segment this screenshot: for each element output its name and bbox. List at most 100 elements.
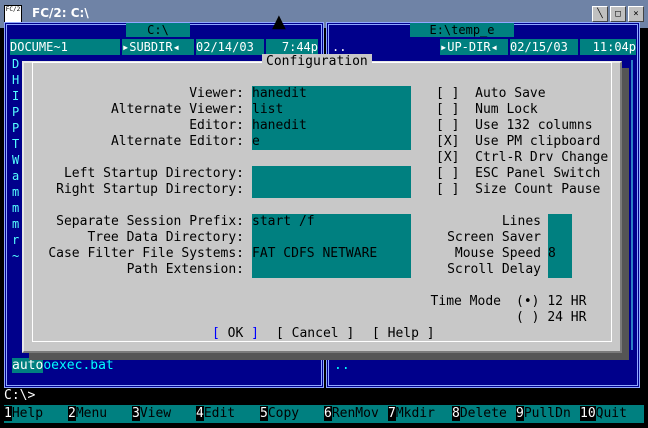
scroll-delay-input[interactable] [548, 262, 572, 278]
function-key-label: PullDn [523, 406, 571, 421]
ctrl-r-drv-change-checkbox[interactable]: [X] Ctrl-R Drv Change [436, 150, 608, 166]
right-panel-footer[interactable]: .. [334, 358, 350, 374]
left-panel-entry-fragment[interactable]: W [12, 152, 19, 168]
function-key-2[interactable]: 2Menu [68, 405, 107, 423]
left-panel-entry-fragment[interactable]: I [12, 88, 19, 104]
left-panel-date: 02/14/03 [196, 39, 264, 55]
function-key-6[interactable]: 6RenMov [324, 405, 379, 423]
viewer-input[interactable]: hanedit [252, 86, 411, 102]
case-filter-label: Case Filter File Systems: [48, 246, 244, 261]
function-key-10[interactable]: 10Quit [580, 405, 627, 423]
help-button-label: Help [387, 326, 419, 341]
time-mode-label: Time Mode [430, 294, 501, 309]
function-key-5[interactable]: 5Copy [260, 405, 299, 423]
function-key-number: 6 [324, 406, 332, 421]
function-key-number: 5 [260, 406, 268, 421]
checkbox-label: Use 132 columns [475, 118, 593, 133]
right-panel-name-header[interactable]: .. [332, 39, 436, 55]
tree-data-directory-input[interactable] [252, 230, 411, 246]
left-panel-entry-fragment[interactable]: m [12, 216, 19, 232]
time-mode-24hr-radio[interactable]: ( ) 24 HR [516, 310, 586, 326]
editor-label: Editor: [189, 118, 244, 133]
checkbox-label: Ctrl-R Drv Change [475, 150, 609, 165]
command-line[interactable]: C:\> [4, 388, 644, 404]
checkbox-mark: [ ] [436, 166, 460, 181]
checkbox-label: Auto Save [475, 86, 546, 101]
use-pm-clipboard-checkbox[interactable]: [X] Use PM clipboard [436, 134, 600, 150]
size-count-pause-checkbox[interactable]: [ ] Size Count Pause [436, 182, 600, 198]
radio-label: 12 HR [547, 294, 587, 309]
cancel-button-label: Cancel [291, 326, 339, 341]
left-panel-entry-fragment[interactable]: T [12, 136, 19, 152]
function-key-7[interactable]: 7Mkdir [388, 405, 435, 423]
function-key-number: 2 [68, 406, 76, 421]
checkbox-label: Size Count Pause [475, 182, 601, 197]
restore-button[interactable]: □ [610, 6, 626, 22]
right-panel-scrollbar[interactable] [631, 60, 633, 350]
minimize-button[interactable]: ╲ [592, 6, 608, 22]
left-panel-entry-fragment[interactable]: D [12, 56, 19, 72]
left-panel-footer-rest: oexec.bat [43, 358, 114, 373]
left-panel-entry-fragment[interactable]: m [12, 184, 19, 200]
editor-input[interactable]: hanedit [252, 118, 411, 134]
right-panel-path: E:\temp_e [410, 23, 514, 37]
ok-button-label: OK [227, 326, 244, 341]
function-key-8[interactable]: 8Delete [452, 405, 507, 423]
viewer-label: Viewer: [189, 86, 244, 101]
close-button[interactable]: × [628, 6, 644, 22]
left-panel-entry-fragment[interactable]: P [12, 104, 19, 120]
path-extension-label: Path Extension: [126, 262, 244, 277]
function-key-label: Edit [203, 406, 236, 421]
function-key-label: Copy [267, 406, 300, 421]
left-panel-name-header[interactable]: DOCUME~1 [10, 39, 120, 55]
left-panel-entry-fragment[interactable]: m [12, 200, 19, 216]
left-panel-entry-fragment[interactable]: ~ [12, 248, 19, 264]
app-system-icon[interactable]: FC/2 [4, 5, 22, 23]
left-startup-directory-input[interactable] [252, 166, 411, 182]
ok-button[interactable]: [ OK ] [212, 326, 259, 342]
left-panel-entry-fragment[interactable]: a [12, 168, 19, 184]
left-startup-directory-label: Left Startup Directory: [63, 166, 244, 181]
function-key-number: 8 [452, 406, 460, 421]
tree-data-directory-label: Tree Data Directory: [87, 230, 244, 245]
radio-label: 24 HR [547, 310, 587, 325]
cancel-button[interactable]: [ Cancel ] [276, 326, 354, 342]
function-key-number: 7 [388, 406, 396, 421]
alternate-viewer-input[interactable]: list [252, 102, 411, 118]
help-button[interactable]: [ Help ] [372, 326, 435, 342]
function-key-number: 9 [516, 406, 524, 421]
alternate-viewer-label: Alternate Viewer: [110, 102, 244, 117]
checkbox-mark: [X] [436, 150, 460, 165]
screen-saver-input[interactable] [548, 230, 572, 246]
checkbox-mark: [ ] [436, 118, 460, 133]
esc-panel-switch-checkbox[interactable]: [ ] ESC Panel Switch [436, 166, 600, 182]
function-key-label: RenMov [331, 406, 379, 421]
radio-mark: ( ) [516, 310, 540, 325]
checkbox-mark: [X] [436, 134, 460, 149]
left-panel-entry-fragment[interactable]: P [12, 120, 19, 136]
checkbox-mark: [ ] [436, 182, 460, 197]
screen-saver-label: Screen Saver [447, 230, 541, 245]
time-mode-12hr-radio[interactable]: (•) 12 HR [516, 294, 586, 310]
num-lock-checkbox[interactable]: [ ] Num Lock [436, 102, 538, 118]
mouse-speed-input[interactable]: 8 [548, 246, 572, 262]
alternate-editor-input[interactable]: e [252, 134, 411, 150]
lines-label: Lines [501, 214, 541, 229]
left-panel-entry-fragment[interactable]: H [12, 72, 19, 88]
function-key-9[interactable]: 9PullDn [516, 405, 571, 423]
left-panel-entry-fragment[interactable]: r [12, 232, 19, 248]
function-key-1[interactable]: 1Help [4, 405, 43, 423]
right-startup-directory-input[interactable] [252, 182, 411, 198]
separate-session-prefix-input[interactable]: start /f [252, 214, 411, 230]
auto-save-checkbox[interactable]: [ ] Auto Save [436, 86, 546, 102]
function-key-4[interactable]: 4Edit [196, 405, 235, 423]
lines-input[interactable] [548, 214, 572, 230]
function-key-number: 3 [132, 406, 140, 421]
use-132-columns-checkbox[interactable]: [ ] Use 132 columns [436, 118, 593, 134]
function-key-3[interactable]: 3View [132, 405, 171, 423]
case-filter-input[interactable]: FAT CDFS NETWARE [252, 246, 411, 262]
function-key-label: Quit [595, 406, 627, 421]
separate-session-prefix-label: Separate Session Prefix: [56, 214, 244, 229]
path-extension-input[interactable] [252, 262, 411, 278]
left-panel-footer[interactable]: autooexec.bat [12, 358, 114, 374]
